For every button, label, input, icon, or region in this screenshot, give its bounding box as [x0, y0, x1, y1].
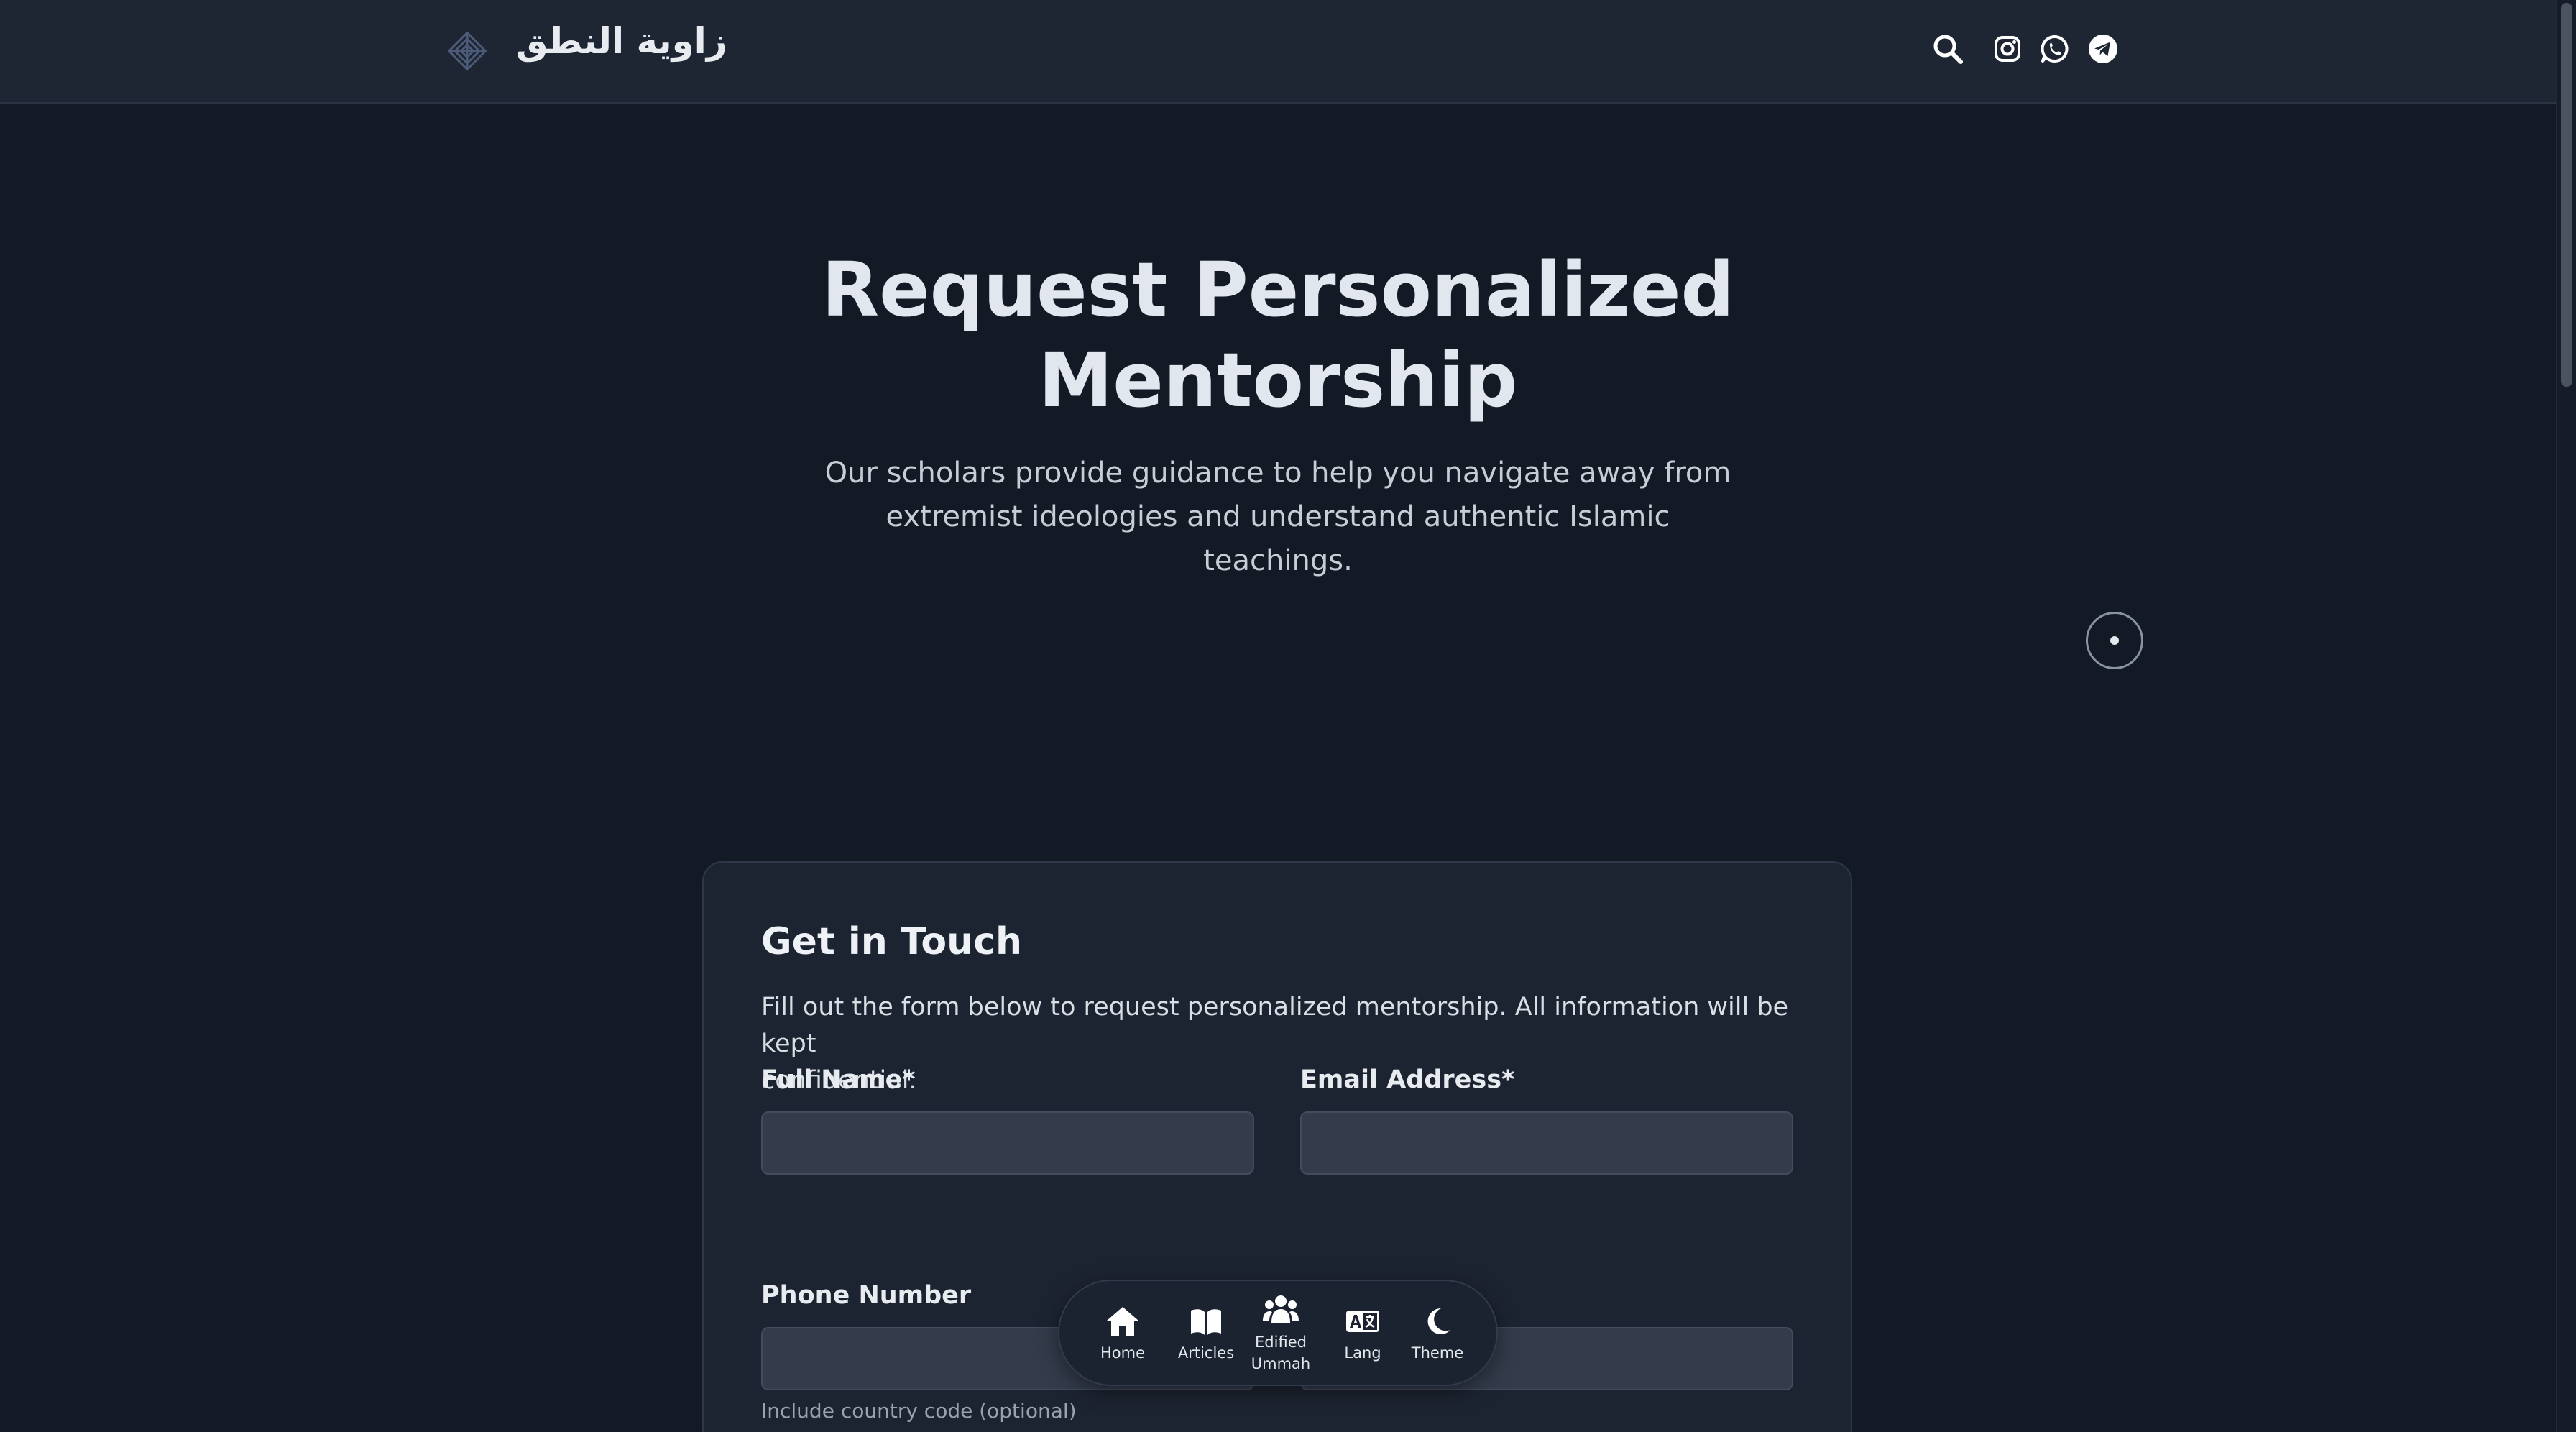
nav-articles[interactable]: Articles: [1164, 1281, 1248, 1387]
nav-theme[interactable]: Theme: [1396, 1281, 1479, 1387]
full-name-input[interactable]: [761, 1111, 1254, 1175]
whatsapp-icon[interactable]: [2038, 32, 2072, 66]
phone-help-text: Include country code (optional): [761, 1399, 1077, 1423]
language-icon: [1346, 1311, 1379, 1332]
page-subtitle: Our scholars provide guidance to help yo…: [818, 451, 1738, 583]
form-title: Get in Touch: [761, 920, 1023, 963]
phone-label: Phone Number: [761, 1281, 972, 1310]
full-name-label: Full Name*: [761, 1065, 916, 1094]
page-subtitle-line-3: teachings.: [1203, 544, 1353, 577]
bottom-nav: Home Articles Edified Ummah Lang Theme: [1058, 1280, 1498, 1386]
nav-home-label: Home: [1100, 1344, 1145, 1362]
home-icon: [1107, 1307, 1138, 1336]
nav-ummah-label: Ummah: [1251, 1355, 1311, 1372]
users-icon: [1263, 1295, 1299, 1323]
cursor-dot: [2110, 636, 2119, 645]
book-icon: [1191, 1309, 1221, 1335]
email-label: Email Address*: [1300, 1065, 1515, 1094]
page-scrollbar[interactable]: [2556, 0, 2576, 1432]
nav-theme-label: Theme: [1411, 1344, 1464, 1362]
nav-edified-label: Edified: [1255, 1334, 1307, 1351]
form-description-line-1: Fill out the form below to request perso…: [761, 993, 1789, 1058]
site-header: زاوية النطق: [0, 0, 2556, 104]
form-description: Fill out the form below to request perso…: [761, 989, 1796, 1099]
page-subtitle-line-2: extremist ideologies and understand auth…: [886, 500, 1670, 533]
nav-edified-ummah-label: Edified Ummah: [1251, 1331, 1310, 1374]
page-title-line-2: Mentorship: [1038, 336, 1518, 424]
nav-edified-ummah[interactable]: Edified Ummah: [1239, 1281, 1322, 1387]
form-description-line-2: confidential.: [761, 1066, 917, 1095]
scrollbar-thumb[interactable]: [2561, 3, 2572, 387]
logo[interactable]: [444, 26, 490, 76]
cursor-follower: [2086, 612, 2143, 669]
nav-lang[interactable]: Lang: [1321, 1281, 1404, 1387]
email-input[interactable]: [1300, 1111, 1793, 1175]
search-icon[interactable]: [1931, 32, 1965, 66]
nav-articles-label: Articles: [1177, 1344, 1235, 1362]
instagram-icon[interactable]: [1990, 32, 2025, 66]
nav-lang-label: Lang: [1344, 1344, 1381, 1362]
nav-home[interactable]: Home: [1081, 1281, 1164, 1387]
page-subtitle-line-1: Our scholars provide guidance to help yo…: [824, 456, 1731, 490]
telegram-icon[interactable]: [2086, 32, 2120, 66]
moon-icon: [1427, 1308, 1450, 1334]
brand-name[interactable]: زاوية النطق: [516, 20, 727, 62]
logo-emblem-icon: [447, 31, 487, 71]
page-title-line-1: Request Personalized: [822, 246, 1734, 334]
page-title: Request Personalized Mentorship: [775, 244, 1781, 426]
